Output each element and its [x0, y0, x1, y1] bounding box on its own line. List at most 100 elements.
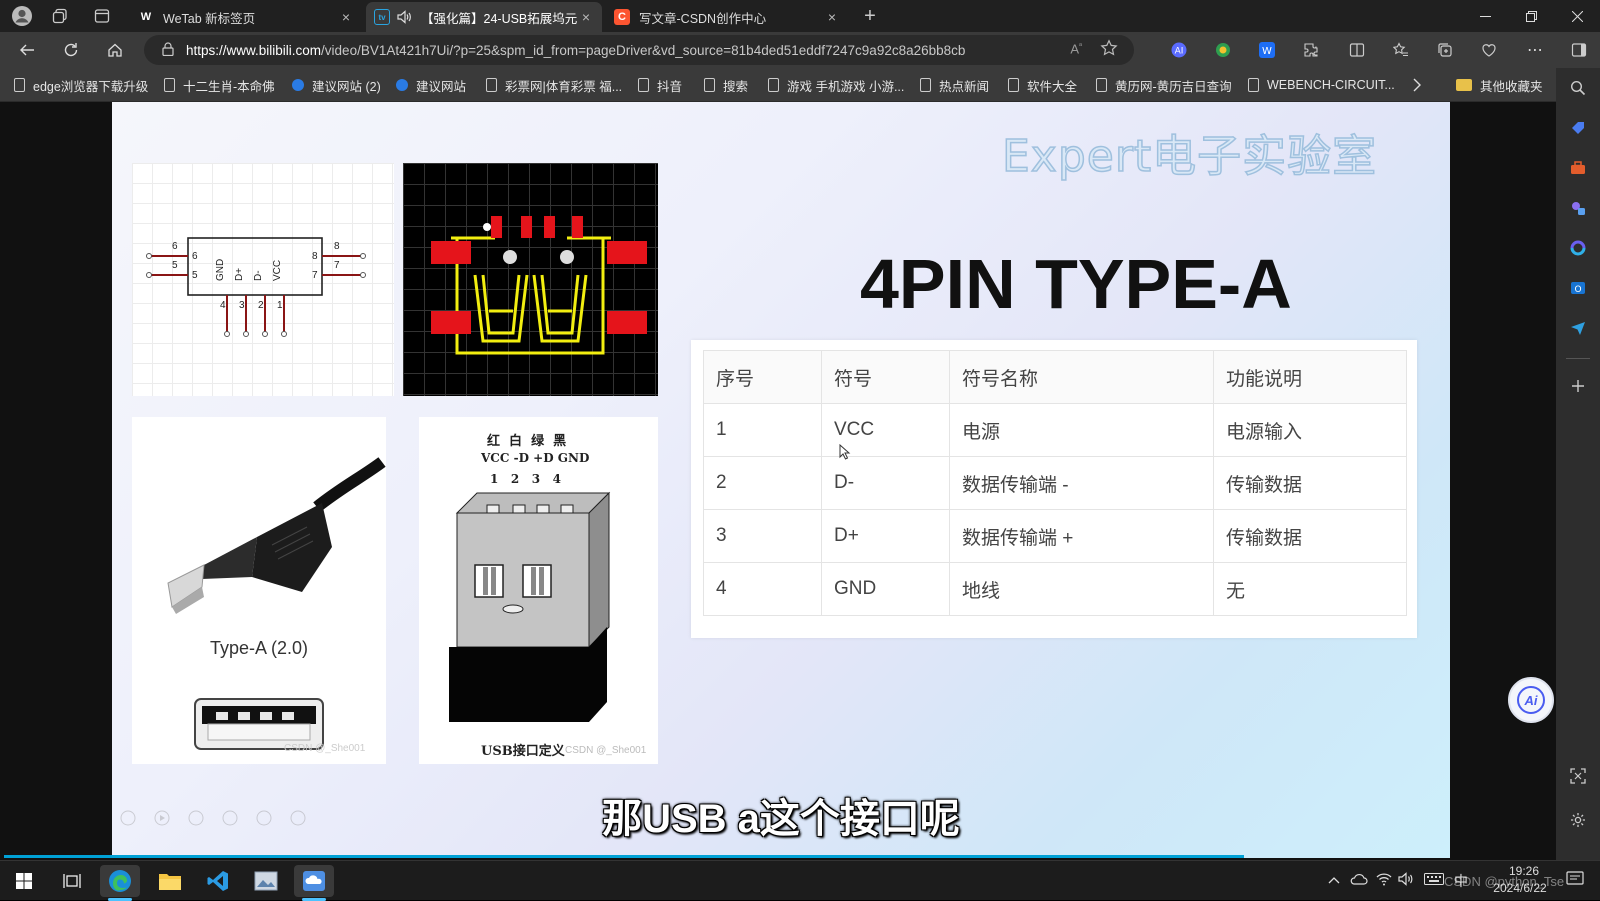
- folder-icon: [1456, 79, 1472, 91]
- bookmark-label: 搜索: [723, 79, 749, 94]
- bookmark-item[interactable]: 黄历网-黄历吉日查询: [1096, 76, 1232, 94]
- back-button[interactable]: [12, 36, 42, 64]
- tab-wetab[interactable]: W WeTab 新标签页 ×: [130, 2, 362, 32]
- wire-numbers: 1 2 3 4: [490, 472, 561, 486]
- close-tab-icon[interactable]: ×: [338, 9, 354, 25]
- bookmark-item[interactable]: 十二生肖-本命佛: [164, 76, 275, 94]
- bookmark-item[interactable]: 搜索: [704, 76, 748, 94]
- url-text[interactable]: https://www.bilibili.com/video/BV1At421h…: [186, 43, 965, 58]
- cloud-app-icon[interactable]: [294, 865, 334, 897]
- photo-caption: Type-A (2.0): [209, 638, 309, 658]
- table-row: 3 D+ 数据传输端 + 传输数据: [703, 509, 1407, 563]
- collections-icon[interactable]: [1434, 40, 1456, 60]
- tab-label: WeTab 新标签页: [163, 11, 256, 26]
- ai-assistant-button[interactable]: Ai: [1508, 677, 1554, 723]
- copilot-icon[interactable]: [1568, 238, 1588, 258]
- tray-chevron-up-icon[interactable]: [1328, 873, 1340, 888]
- close-window-button[interactable]: [1554, 0, 1600, 32]
- browser-essentials-icon[interactable]: [1478, 40, 1500, 60]
- bookmark-item[interactable]: 软件大全: [1008, 76, 1077, 94]
- bookmark-label: 建议网站: [416, 79, 467, 94]
- bookmark-item[interactable]: 抖音: [638, 76, 682, 94]
- video-progress-bar[interactable]: [4, 855, 1244, 858]
- read-aloud-icon[interactable]: Aᵃ: [1070, 41, 1082, 56]
- bookmarks-overflow-chevron-icon[interactable]: [1412, 76, 1422, 94]
- bookmark-label: WEBENCH-CIRCUIT...: [1267, 78, 1395, 92]
- workspaces-icon[interactable]: [46, 4, 74, 28]
- new-tab-button[interactable]: +: [856, 4, 884, 28]
- close-tab-icon[interactable]: ×: [578, 9, 594, 25]
- table-cell: 地线: [949, 562, 1214, 616]
- tools-icon[interactable]: [1568, 158, 1588, 178]
- outlook-icon[interactable]: O: [1568, 278, 1588, 298]
- bookmark-item[interactable]: WEBENCH-CIRCUIT...: [1248, 76, 1395, 94]
- slide-title: 4PIN TYPE-A: [860, 245, 1292, 323]
- speaker-icon[interactable]: [396, 9, 412, 25]
- favorite-star-icon[interactable]: [1100, 39, 1118, 60]
- sidebar-toggle-icon[interactable]: [1568, 40, 1590, 60]
- onedrive-cloud-icon[interactable]: [1350, 873, 1368, 888]
- games-icon[interactable]: [1568, 198, 1588, 218]
- tab-label: 【强化篇】24-USB拓展坞元: [421, 11, 578, 26]
- url-path: /video/BV1At421h7Ui/?p=25&spm_id_from=pa…: [321, 42, 966, 58]
- extension-color-icon[interactable]: [1212, 40, 1234, 60]
- minimize-button[interactable]: [1462, 0, 1508, 32]
- restore-button[interactable]: [1508, 0, 1554, 32]
- tab-csdn[interactable]: C 写文章-CSDN创作中心 ×: [606, 2, 848, 32]
- home-button[interactable]: [100, 36, 130, 64]
- bookmark-item[interactable]: 热点新闻: [920, 76, 989, 94]
- close-tab-icon[interactable]: ×: [824, 9, 840, 25]
- page-icon: [1008, 78, 1019, 92]
- settings-gear-icon[interactable]: [1568, 810, 1588, 830]
- pin-number: 7: [334, 260, 340, 271]
- page-icon: [1096, 78, 1107, 92]
- bookmark-item[interactable]: 建议网站: [396, 76, 466, 94]
- table-row: 4 GND 地线 无: [703, 562, 1407, 616]
- video-player[interactable]: Expert电子实验室 6 5 6 5 8 7 8 7 4 3 2 1 GND …: [112, 102, 1450, 858]
- tab-actions-icon[interactable]: [88, 4, 116, 28]
- send-icon[interactable]: [1568, 318, 1588, 338]
- task-view-icon[interactable]: [52, 865, 92, 897]
- search-icon[interactable]: [1568, 78, 1588, 98]
- keyboard-icon[interactable]: [1424, 873, 1444, 888]
- table-row: 1 VCC 电源 电源输入: [703, 403, 1407, 457]
- notification-icon[interactable]: [1566, 871, 1584, 890]
- svg-text:AI: AI: [1175, 47, 1184, 57]
- more-menu-icon[interactable]: ⋯: [1524, 40, 1546, 60]
- lock-icon[interactable]: [162, 41, 174, 59]
- tab-bilibili[interactable]: tv 【强化篇】24-USB拓展坞元 ×: [366, 2, 602, 32]
- bookmark-item[interactable]: 彩票网|体育彩票 福...: [486, 76, 622, 94]
- favorites-icon[interactable]: [1390, 40, 1412, 60]
- wire-signals: VCC -D +D GND: [481, 451, 590, 465]
- bilibili-icon: tv: [374, 9, 390, 25]
- vscode-icon[interactable]: [198, 865, 238, 897]
- screenshot-icon[interactable]: [1568, 766, 1588, 786]
- edge-taskbar-icon[interactable]: [100, 865, 140, 897]
- table-cell: 2: [703, 456, 822, 510]
- add-sidebar-app-icon[interactable]: [1568, 376, 1588, 396]
- bookmark-item[interactable]: 建议网站 (2): [292, 76, 381, 94]
- address-bar[interactable]: https://www.bilibili.com/video/BV1At421h…: [144, 35, 1134, 65]
- bookmark-item[interactable]: 游戏 手机游戏 小游...: [768, 76, 904, 94]
- pin-signal-label: GND: [215, 258, 226, 281]
- refresh-button[interactable]: [56, 36, 86, 64]
- wetab-extension-icon[interactable]: W: [1256, 40, 1278, 60]
- table-cell: 1: [703, 403, 822, 457]
- start-menu-windows-icon[interactable]: [4, 865, 44, 897]
- file-explorer-icon[interactable]: [150, 865, 190, 897]
- volume-icon[interactable]: [1398, 872, 1414, 889]
- wire-colors: 红 白 绿 黑: [487, 434, 567, 449]
- profile-avatar-icon[interactable]: [8, 4, 36, 28]
- wifi-icon[interactable]: [1376, 872, 1392, 889]
- svg-text:O: O: [1574, 285, 1581, 295]
- other-bookmarks-folder[interactable]: 其他收藏夹: [1456, 76, 1543, 94]
- tag-icon[interactable]: [1568, 118, 1588, 138]
- page-icon: [164, 78, 175, 92]
- bookmark-item[interactable]: edge浏览器下载升级: [14, 76, 148, 94]
- split-screen-icon[interactable]: [1346, 40, 1368, 60]
- table-cell: 电源: [949, 403, 1214, 457]
- diagram-caption: USB接口定义: [481, 744, 565, 759]
- ai-extension-icon[interactable]: AI: [1168, 40, 1190, 60]
- image-viewer-icon[interactable]: [246, 865, 286, 897]
- extensions-icon[interactable]: [1300, 40, 1322, 60]
